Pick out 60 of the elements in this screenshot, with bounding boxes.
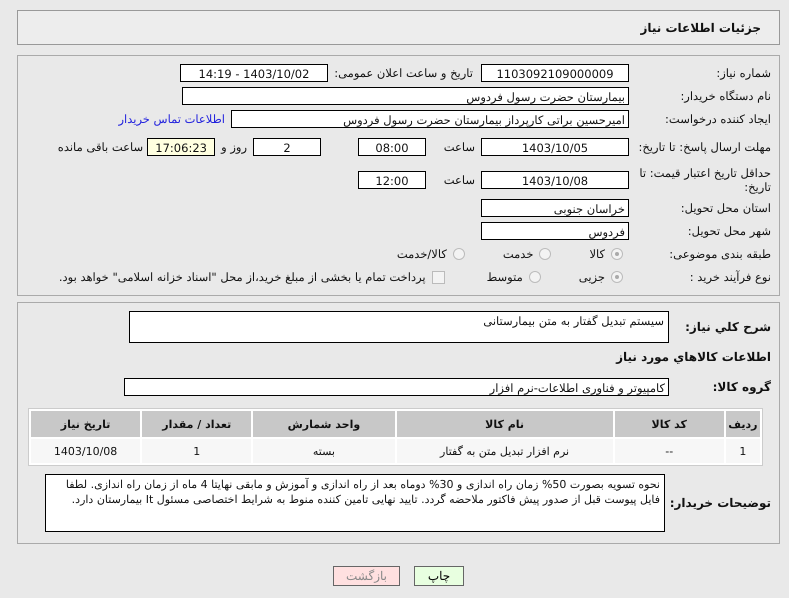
date-field: 1403/10/05 [481, 138, 629, 156]
radio-button[interactable] [611, 271, 623, 283]
city-field: فردوس [481, 222, 629, 240]
option-label: متوسط [486, 270, 523, 284]
need-number-field: 1103092109000009 [481, 64, 629, 82]
radio-button[interactable] [539, 248, 552, 260]
summary-field: سیستم تبدیل گفتار به متن بیمارستانی [129, 311, 669, 343]
column-header: واحد شمارش [253, 411, 395, 437]
table-cell: بسته [253, 439, 395, 463]
field-label: توضیحات خریدار: [669, 496, 772, 510]
column-header: نام کالا [396, 411, 613, 437]
buyer-contact-link[interactable]: اطلاعات تماس خریدار [118, 112, 225, 126]
table-cell: نرم افزار تبدیل متن به گفتار [396, 439, 613, 463]
buyer-notes-field: نحوه تسویه بصورت 50% زمان راه اندازی و 30% دوماه بعد از راه اندازی و آموزش و مابقی نهایتا 4 ماه از زمان راه اندازی. لطفا فایل پیوست قبل از صدور پیش فاکتور ملاحضه گردد. تایید نهایی تامین کننده منوط به شرایط اختصاصی مسئول It بیمارستان دارد. [45, 474, 665, 532]
field-label: استان محل تحویل: [680, 201, 772, 215]
checkbox[interactable] [432, 270, 445, 284]
field-label: ایجاد کننده درخواست: [664, 112, 772, 126]
table-cell: 1 [726, 439, 760, 463]
date-field: 1403/10/08 [481, 171, 629, 189]
table-cell: 1 [142, 439, 252, 463]
field-label: مهلت ارسال پاسخ: تا تاریخ: [637, 140, 772, 154]
field-label: طبقه بندی موضوعی: [668, 247, 772, 261]
field-label: ساعت [442, 173, 476, 187]
checkbox-label: پرداخت تمام یا بخشی از مبلغ خرید،از محل "اسناد خزانه اسلامی" خواهد بود. [58, 270, 426, 284]
radio-button[interactable] [611, 248, 623, 260]
column-header: کد کالا [614, 411, 724, 437]
time-field: 08:00 [358, 138, 426, 156]
field-label: شرح کلي نياز: [684, 320, 772, 334]
field-label: نوع فرآیند خرید : [688, 270, 772, 284]
field-label: نام دستگاه خریدار: [679, 89, 772, 103]
radio-button[interactable] [528, 271, 541, 283]
field-label: ساعت باقی مانده [56, 140, 144, 154]
creator-field: امیرحسین براتی کارپرداز بیمارستان حضرت رسول فردوس [231, 110, 629, 128]
time-field: 12:00 [358, 171, 426, 189]
option-label: جزیی [578, 270, 605, 284]
buyer-org-field: بیمارستان حضرت رسول فردوس [182, 87, 629, 105]
goods-group-field: کامپیوتر و فناوری اطلاعات-نرم افزار [124, 378, 669, 396]
table-cell: -- [614, 439, 724, 463]
section-heading: اطلاعات کالاهاي مورد نياز [616, 350, 772, 364]
announce-date-field: 1403/10/02 - 14:19 [180, 64, 328, 82]
field-label: تاریخ و ساعت اعلان عمومی: [333, 66, 473, 80]
option-label: کالا/خدمت [396, 247, 447, 261]
days-field: 2 [253, 138, 321, 156]
option-label: خدمت [502, 247, 534, 261]
field-label: حداقل تاریخ اعتبار قیمت: تا تاریخ: [638, 166, 772, 194]
column-header: تاریخ نیاز [31, 411, 140, 437]
page-title: جزئیات اطلاعات نیاز [640, 20, 761, 34]
table-cell: 1403/10/08 [31, 439, 140, 463]
remaining-time-field: 17:06:23 [147, 138, 216, 156]
field-label: شماره نیاز: [715, 66, 772, 80]
radio-button[interactable] [452, 248, 465, 260]
field-label: شهر محل تحویل: [686, 224, 772, 238]
column-header: تعداد / مقدار [142, 411, 252, 437]
column-header: ردیف [726, 411, 760, 437]
print-button[interactable]: چاپ [414, 566, 464, 586]
field-label: ساعت [442, 140, 476, 154]
field-label: گروه کالا: [712, 380, 772, 394]
field-label: روز و [220, 140, 248, 154]
province-field: خراسان جنوبی [481, 199, 629, 217]
option-label: کالا [589, 247, 605, 261]
